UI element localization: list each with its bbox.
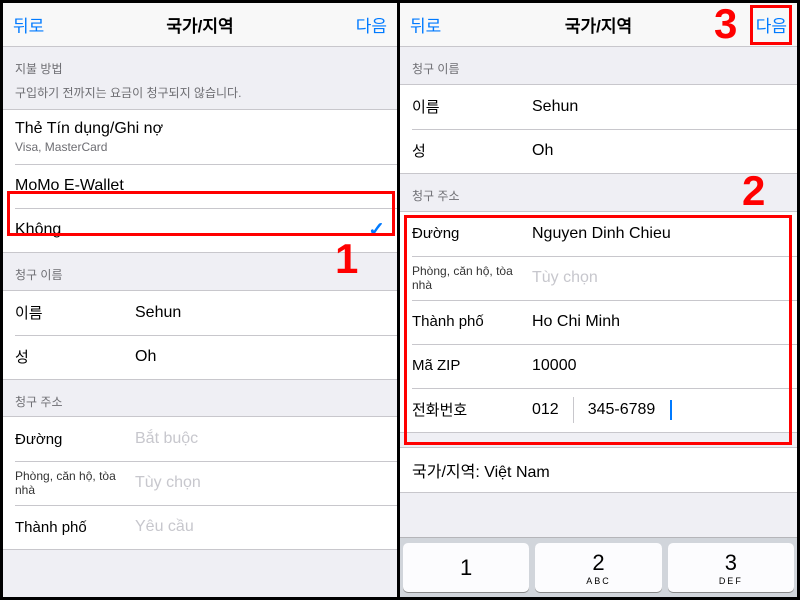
key-digit: 3 — [725, 550, 737, 576]
last-name-label: 성 — [412, 140, 532, 161]
phone-label: 전화번호 — [412, 399, 532, 420]
payment-item-label: Không — [15, 221, 61, 239]
zip-value: 10000 — [532, 357, 785, 375]
city-row[interactable]: Thành phố Yêu cầu — [3, 505, 397, 549]
payment-credit-card[interactable]: Thẻ Tín dụng/Ghi nợ Visa, MasterCard — [3, 110, 397, 164]
street-value: Nguyen Dinh Chieu — [532, 225, 785, 243]
billing-name-group: 이름 Sehun 성 Oh — [3, 290, 397, 380]
street-row[interactable]: Đường Bắt buộc — [3, 417, 397, 461]
last-name-value: Oh — [532, 142, 785, 160]
street-placeholder: Bắt buộc — [135, 430, 385, 448]
city-placeholder: Yêu cầu — [135, 518, 385, 536]
last-name-value: Oh — [135, 348, 385, 366]
key-digit: 2 — [592, 550, 604, 576]
next-button[interactable]: 다음 — [737, 12, 787, 37]
street-row[interactable]: Đường Nguyen Dinh Chieu — [400, 212, 797, 256]
payment-item-label: Thẻ Tín dụng/Ghi nợ — [15, 120, 163, 138]
city-value: Ho Chi Minh — [532, 313, 785, 331]
apt-row[interactable]: Phòng, căn hộ, tòa nhà Tùy chọn — [3, 461, 397, 505]
city-label: Thành phố — [412, 313, 532, 330]
key-letters: DEF — [719, 576, 743, 586]
next-button[interactable]: 다음 — [337, 12, 387, 37]
last-name-row[interactable]: 성 Oh — [400, 129, 797, 173]
payment-item-label: MoMo E-Wallet — [15, 177, 124, 195]
billing-name-header: 청구 이름 — [400, 47, 797, 84]
navbar: 뒤로 국가/지역 다음 — [3, 3, 397, 47]
phone-separator — [573, 397, 574, 423]
billing-address-group: Đường Nguyen Dinh Chieu Phòng, căn hộ, t… — [400, 211, 797, 433]
first-name-label: 이름 — [15, 302, 135, 323]
apt-placeholder: Tùy chọn — [532, 269, 785, 287]
apt-placeholder: Tùy chọn — [135, 474, 385, 492]
first-name-label: 이름 — [412, 96, 532, 117]
city-label: Thành phố — [15, 519, 135, 536]
back-button[interactable]: 뒤로 — [410, 12, 460, 37]
payment-subtext: 구입하기 전까지는 요금이 청구되지 않습니다. — [3, 84, 397, 109]
billing-name-group: 이름 Sehun 성 Oh — [400, 84, 797, 174]
phone-area-code: 012 — [532, 401, 559, 419]
apt-row[interactable]: Phòng, căn hộ, tòa nhà Tùy chọn — [400, 256, 797, 300]
zip-label: Mã ZIP — [412, 357, 532, 374]
left-screen: 뒤로 국가/지역 다음 지불 방법 구입하기 전까지는 요금이 청구되지 않습니… — [3, 3, 400, 597]
country-region-row[interactable]: 국가/지역: Việt Nam — [400, 448, 797, 492]
payment-method-group: Thẻ Tín dụng/Ghi nợ Visa, MasterCard MoM… — [3, 109, 397, 253]
right-screen: 뒤로 국가/지역 다음 청구 이름 이름 Sehun 성 Oh 청구 주소 Đư… — [400, 3, 797, 597]
key-3[interactable]: 3 DEF — [668, 543, 794, 592]
apt-label: Phòng, căn hộ, tòa nhà — [412, 264, 532, 292]
checkmark-icon: ✓ — [368, 217, 385, 242]
navbar: 뒤로 국가/지역 다음 — [400, 3, 797, 47]
first-name-row[interactable]: 이름 Sehun — [3, 291, 397, 335]
last-name-label: 성 — [15, 346, 135, 367]
payment-header: 지불 방법 — [3, 47, 397, 84]
payment-none[interactable]: Không ✓ — [3, 208, 397, 252]
payment-item-sub: Visa, MasterCard — [15, 140, 107, 154]
key-digit: 1 — [460, 555, 472, 581]
phone-row[interactable]: 전화번호 012 345-6789 — [400, 388, 797, 432]
street-label: Đường — [412, 225, 532, 242]
last-name-row[interactable]: 성 Oh — [3, 335, 397, 379]
zip-row[interactable]: Mã ZIP 10000 — [400, 344, 797, 388]
nav-title: 국가/지역 — [460, 12, 737, 37]
billing-address-group: Đường Bắt buộc Phòng, căn hộ, tòa nhà Tù… — [3, 416, 397, 550]
back-button[interactable]: 뒤로 — [13, 12, 63, 37]
first-name-value: Sehun — [135, 304, 385, 322]
billing-address-header: 청구 주소 — [3, 380, 397, 417]
numeric-keypad: 1 2 ABC 3 DEF — [400, 537, 797, 597]
payment-momo[interactable]: MoMo E-Wallet — [3, 164, 397, 208]
first-name-value: Sehun — [532, 98, 785, 116]
billing-name-header: 청구 이름 — [3, 253, 397, 290]
key-letters: ABC — [586, 576, 611, 586]
nav-title: 국가/지역 — [63, 12, 337, 37]
phone-number: 345-6789 — [588, 401, 656, 419]
street-label: Đường — [15, 431, 135, 448]
billing-address-header: 청구 주소 — [400, 174, 797, 211]
text-cursor — [670, 400, 672, 420]
country-group: 국가/지역: Việt Nam — [400, 447, 797, 493]
apt-label: Phòng, căn hộ, tòa nhà — [15, 469, 135, 497]
first-name-row[interactable]: 이름 Sehun — [400, 85, 797, 129]
key-1[interactable]: 1 — [403, 543, 529, 592]
key-2[interactable]: 2 ABC — [535, 543, 661, 592]
country-region-value: 국가/지역: Việt Nam — [412, 458, 550, 482]
city-row[interactable]: Thành phố Ho Chi Minh — [400, 300, 797, 344]
